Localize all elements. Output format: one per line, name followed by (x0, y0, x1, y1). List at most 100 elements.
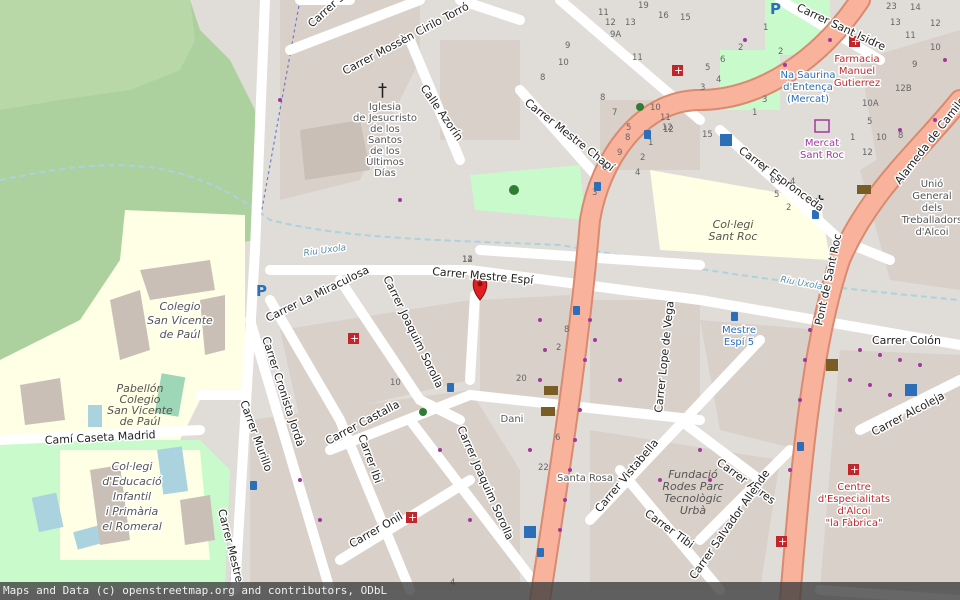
svg-text:Últimos: Últimos (366, 155, 404, 168)
svg-text:12B: 12B (895, 84, 912, 94)
svg-text:2: 2 (640, 153, 645, 163)
svg-text:2: 2 (786, 203, 791, 213)
svg-text:+: + (674, 64, 683, 77)
svg-text:7: 7 (760, 165, 765, 175)
svg-text:15: 15 (702, 130, 713, 140)
svg-text:23: 23 (886, 2, 897, 12)
svg-text:Espí 5: Espí 5 (724, 336, 754, 348)
svg-text:1: 1 (850, 133, 855, 143)
svg-text:6: 6 (555, 433, 560, 443)
svg-text:7: 7 (612, 108, 617, 118)
svg-text:1: 1 (752, 108, 757, 118)
svg-text:Carrer Colón: Carrer Colón (872, 334, 941, 347)
svg-text:13: 13 (625, 18, 636, 28)
svg-text:Treballadors: Treballadors (901, 215, 960, 226)
svg-text:10: 10 (558, 58, 569, 68)
school-label-4: Col·legi Sant Roc (709, 218, 758, 243)
church-icon: † (378, 80, 387, 101)
svg-text:11: 11 (905, 31, 916, 41)
svg-text:General: General (912, 191, 951, 202)
svg-text:13: 13 (890, 18, 901, 28)
svg-text:Sant Roc: Sant Roc (800, 150, 844, 161)
svg-text:Farmacia: Farmacia (834, 54, 879, 65)
svg-text:10: 10 (650, 103, 661, 113)
svg-text:Manuel: Manuel (839, 66, 875, 77)
svg-text:11: 11 (598, 8, 609, 18)
svg-text:i Primària: i Primària (106, 505, 159, 518)
svg-text:11: 11 (632, 53, 643, 63)
svg-text:d'Entença: d'Entença (783, 82, 833, 93)
svg-text:+: + (350, 332, 359, 345)
svg-text:4: 4 (635, 168, 640, 178)
svg-text:+: + (408, 511, 417, 524)
svg-text:19: 19 (638, 1, 649, 11)
svg-text:Colegio: Colegio (159, 300, 200, 313)
svg-text:9: 9 (565, 41, 570, 51)
svg-text:Mercat: Mercat (805, 138, 839, 149)
svg-text:5: 5 (867, 117, 872, 127)
svg-text:P: P (770, 0, 781, 18)
svg-text:+: + (778, 535, 787, 548)
svg-text:12: 12 (605, 18, 616, 28)
svg-text:11: 11 (660, 113, 671, 123)
svg-text:Col·legi: Col·legi (112, 460, 153, 473)
svg-text:5: 5 (626, 123, 631, 133)
svg-text:6: 6 (602, 163, 607, 173)
svg-text:10: 10 (876, 133, 887, 143)
svg-text:8: 8 (540, 73, 545, 83)
svg-text:9A: 9A (610, 30, 621, 40)
svg-text:9: 9 (912, 60, 917, 70)
svg-text:Iglesia: Iglesia (369, 102, 401, 113)
svg-text:8: 8 (898, 131, 903, 141)
svg-text:10: 10 (390, 378, 401, 388)
pawprint-icon (509, 185, 519, 195)
svg-text:3: 3 (700, 83, 705, 93)
svg-text:de los: de los (370, 124, 400, 135)
bus-stop-label: Mestre Espí 5 (721, 324, 758, 350)
santa-rosa-label: Santa Rosa (557, 473, 613, 484)
svg-text:12: 12 (462, 255, 473, 265)
svg-text:Na Saurina: Na Saurina (781, 70, 836, 81)
svg-text:3: 3 (592, 188, 597, 198)
svg-text:1: 1 (763, 23, 768, 33)
svg-text:d'Alcoi: d'Alcoi (915, 227, 948, 238)
svg-text:2: 2 (556, 343, 561, 353)
svg-text:P: P (256, 282, 267, 300)
svg-text:2: 2 (738, 43, 743, 53)
map-canvas[interactable]: † † + + + + + + P P Carrer Sant Crisòfol… (0, 0, 960, 600)
market-label-1: Na Saurina d'Entença (Mercat) (779, 69, 837, 107)
svg-text:d'Especialitats: d'Especialitats (818, 494, 890, 505)
svg-text:2: 2 (778, 47, 783, 57)
svg-text:Gutierrez: Gutierrez (834, 78, 880, 89)
svg-text:9: 9 (617, 148, 622, 158)
svg-text:Mestre: Mestre (722, 325, 756, 336)
svg-text:Unió: Unió (921, 178, 944, 190)
svg-text:de los: de los (370, 146, 400, 157)
svg-text:Sant Roc: Sant Roc (709, 230, 758, 243)
svg-text:dels: dels (922, 203, 943, 214)
svg-text:16: 16 (658, 11, 669, 21)
svg-text:Santos: Santos (368, 135, 402, 146)
map-attribution[interactable]: Maps and Data (c) openstreetmap.org and … (0, 582, 960, 600)
svg-text:8: 8 (625, 133, 630, 143)
market-label-2: Mercat Sant Roc (798, 137, 845, 163)
svg-text:San Vicente: San Vicente (147, 314, 213, 327)
svg-text:12: 12 (862, 148, 873, 158)
svg-text:4: 4 (716, 75, 721, 85)
svg-text:4: 4 (790, 177, 795, 187)
svg-text:22: 22 (538, 463, 549, 473)
svg-text:de Paúl: de Paúl (120, 415, 161, 428)
svg-text:Centre: Centre (837, 482, 870, 493)
svg-text:6: 6 (770, 176, 775, 186)
svg-text:Días: Días (374, 167, 396, 179)
svg-text:d'Alcoi: d'Alcoi (837, 506, 870, 517)
svg-text:de Paúl: de Paúl (160, 328, 201, 341)
svg-text:12: 12 (663, 125, 674, 135)
svg-text:5: 5 (774, 190, 779, 200)
svg-text:6: 6 (720, 55, 725, 65)
svg-text:(Mercat): (Mercat) (787, 94, 829, 105)
svg-text:†: † (378, 80, 387, 101)
svg-text:1: 1 (648, 138, 653, 148)
svg-text:"la Fàbrica": "la Fàbrica" (825, 517, 882, 529)
svg-text:de Jesucristo: de Jesucristo (353, 113, 417, 124)
